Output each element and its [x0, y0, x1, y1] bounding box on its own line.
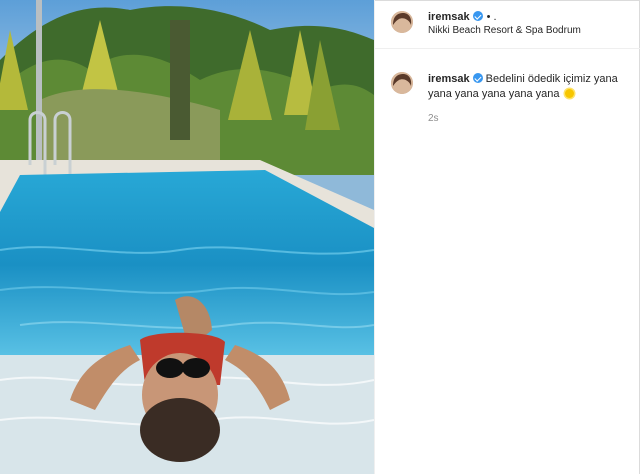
verified-badge-icon — [472, 73, 483, 83]
post-username[interactable]: iremsak — [428, 11, 470, 23]
comment-timestamp[interactable]: 2s — [428, 113, 439, 124]
caption-text-block: iremsak Bedelini ödedik içimiz yana yana… — [428, 72, 628, 102]
post-header: iremsak • . Nikki Beach Resort & Spa Bodr… — [375, 0, 640, 49]
sun-emoji-icon — [564, 89, 574, 98]
comment-username[interactable]: iremsak — [428, 73, 470, 85]
header-suffix: • . — [486, 11, 497, 23]
post-sidebar: iremsak • . Nikki Beach Resort & Spa Bodr… — [374, 0, 640, 474]
post-photo[interactable] — [0, 0, 374, 474]
post-location[interactable]: Nikki Beach Resort & Spa Bodrum — [428, 25, 581, 36]
comment-avatar[interactable] — [391, 72, 413, 94]
verified-badge-icon — [472, 11, 483, 21]
avatar[interactable] — [391, 11, 413, 33]
header-user-line: iremsak • . — [428, 11, 497, 23]
pool-photo-image — [0, 0, 374, 474]
